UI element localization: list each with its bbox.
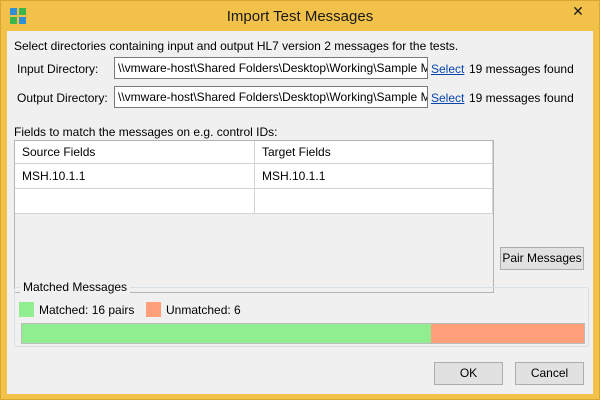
matched-count-label: Matched: 16 pairs <box>39 303 135 317</box>
unmatched-bar-segment <box>430 324 584 343</box>
cancel-button[interactable]: Cancel <box>515 362 584 385</box>
target-field-cell[interactable] <box>255 189 493 214</box>
title-bar[interactable]: Import Test Messages ✕ <box>1 1 599 31</box>
matched-messages-legend: Matched Messages <box>20 280 131 294</box>
source-field-cell[interactable]: MSH.10.1.1 <box>15 164 255 189</box>
column-header-target[interactable]: Target Fields <box>255 141 493 164</box>
source-field-cell[interactable] <box>15 189 255 214</box>
fields-grid[interactable]: Source Fields Target Fields MSH.10.1.1 M… <box>14 140 494 293</box>
matched-messages-group: Matched Messages Matched: 16 pairs Unmat… <box>14 280 589 347</box>
table-row[interactable] <box>15 189 493 214</box>
ok-button[interactable]: OK <box>434 362 503 385</box>
input-select-link[interactable]: Select <box>431 62 464 76</box>
close-icon[interactable]: ✕ <box>563 1 593 22</box>
input-directory-label: Input Directory: <box>17 62 99 76</box>
instructions-text: Select directories containing input and … <box>14 39 459 53</box>
matched-color-swatch <box>19 302 34 317</box>
target-field-cell[interactable]: MSH.10.1.1 <box>255 164 493 189</box>
unmatched-count-label: Unmatched: 6 <box>166 303 241 317</box>
output-directory-field[interactable]: \\vmware-host\Shared Folders\Desktop\Wor… <box>114 86 428 108</box>
grid-header-row: Source Fields Target Fields <box>15 141 493 166</box>
output-status-text: 19 messages found <box>469 91 574 105</box>
dialog-window: Import Test Messages ✕ Select directorie… <box>0 0 600 400</box>
fields-label: Fields to match the messages on e.g. con… <box>14 125 278 139</box>
dialog-body: Select directories containing input and … <box>7 31 593 394</box>
output-directory-label: Output Directory: <box>17 91 108 105</box>
input-status-text: 19 messages found <box>469 62 574 76</box>
column-header-source[interactable]: Source Fields <box>15 141 255 164</box>
unmatched-color-swatch <box>146 302 161 317</box>
output-select-link[interactable]: Select <box>431 91 464 105</box>
window-title: Import Test Messages <box>226 8 374 25</box>
match-ratio-bar <box>21 323 585 344</box>
matched-bar-segment <box>22 324 431 343</box>
table-row[interactable]: MSH.10.1.1 MSH.10.1.1 <box>15 164 493 189</box>
input-directory-field[interactable]: \\vmware-host\Shared Folders\Desktop\Wor… <box>114 57 428 79</box>
pair-messages-button[interactable]: Pair Messages <box>500 247 584 270</box>
